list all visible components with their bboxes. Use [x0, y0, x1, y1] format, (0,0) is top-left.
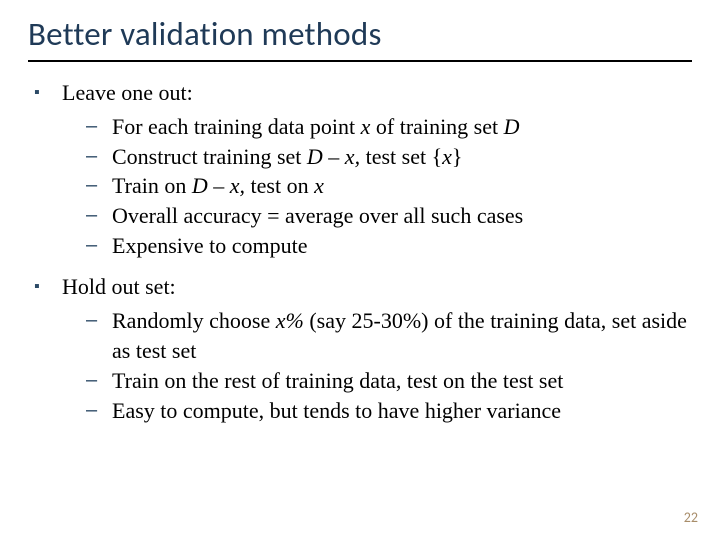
- slide-title: Better validation methods: [28, 14, 692, 54]
- section-heading: ▪ Leave one out:: [34, 78, 692, 108]
- dash-icon: –: [86, 366, 100, 396]
- list-item: – Expensive to compute: [86, 231, 692, 261]
- list-item: – Easy to compute, but tends to have hig…: [86, 396, 692, 426]
- square-bullet-icon: ▪: [34, 78, 48, 108]
- list-item: – Train on D – x, test on x: [86, 171, 692, 201]
- list-item: – For each training data point x of trai…: [86, 112, 692, 142]
- list-item-text: Overall accuracy = average over all such…: [112, 201, 692, 231]
- dash-icon: –: [86, 306, 100, 365]
- section-heading: ▪ Hold out set:: [34, 272, 692, 302]
- list-item: – Train on the rest of training data, te…: [86, 366, 692, 396]
- square-bullet-icon: ▪: [34, 272, 48, 302]
- dash-icon: –: [86, 171, 100, 201]
- list-item: – Randomly choose x% (say 25-30%) of the…: [86, 306, 692, 365]
- list-item-text: Construct training set D – x, test set {…: [112, 142, 692, 172]
- list-item-text: Train on the rest of training data, test…: [112, 366, 692, 396]
- dash-icon: –: [86, 396, 100, 426]
- list-item-text: Expensive to compute: [112, 231, 692, 261]
- list-item-text: Easy to compute, but tends to have highe…: [112, 396, 692, 426]
- dash-icon: –: [86, 142, 100, 172]
- section-heading-text: Leave one out:: [62, 78, 193, 108]
- dash-icon: –: [86, 231, 100, 261]
- list-item: – Overall accuracy = average over all su…: [86, 201, 692, 231]
- list-item-text: Randomly choose x% (say 25-30%) of the t…: [112, 306, 692, 365]
- list-item: – Construct training set D – x, test set…: [86, 142, 692, 172]
- dash-icon: –: [86, 112, 100, 142]
- list-item-text: For each training data point x of traini…: [112, 112, 692, 142]
- slide-content: ▪ Leave one out: – For each training dat…: [28, 78, 692, 425]
- title-rule: [28, 60, 692, 62]
- section-heading-text: Hold out set:: [62, 272, 176, 302]
- page-number: 22: [684, 509, 698, 526]
- list-item-text: Train on D – x, test on x: [112, 171, 692, 201]
- slide: Better validation methods ▪ Leave one ou…: [0, 0, 720, 540]
- dash-icon: –: [86, 201, 100, 231]
